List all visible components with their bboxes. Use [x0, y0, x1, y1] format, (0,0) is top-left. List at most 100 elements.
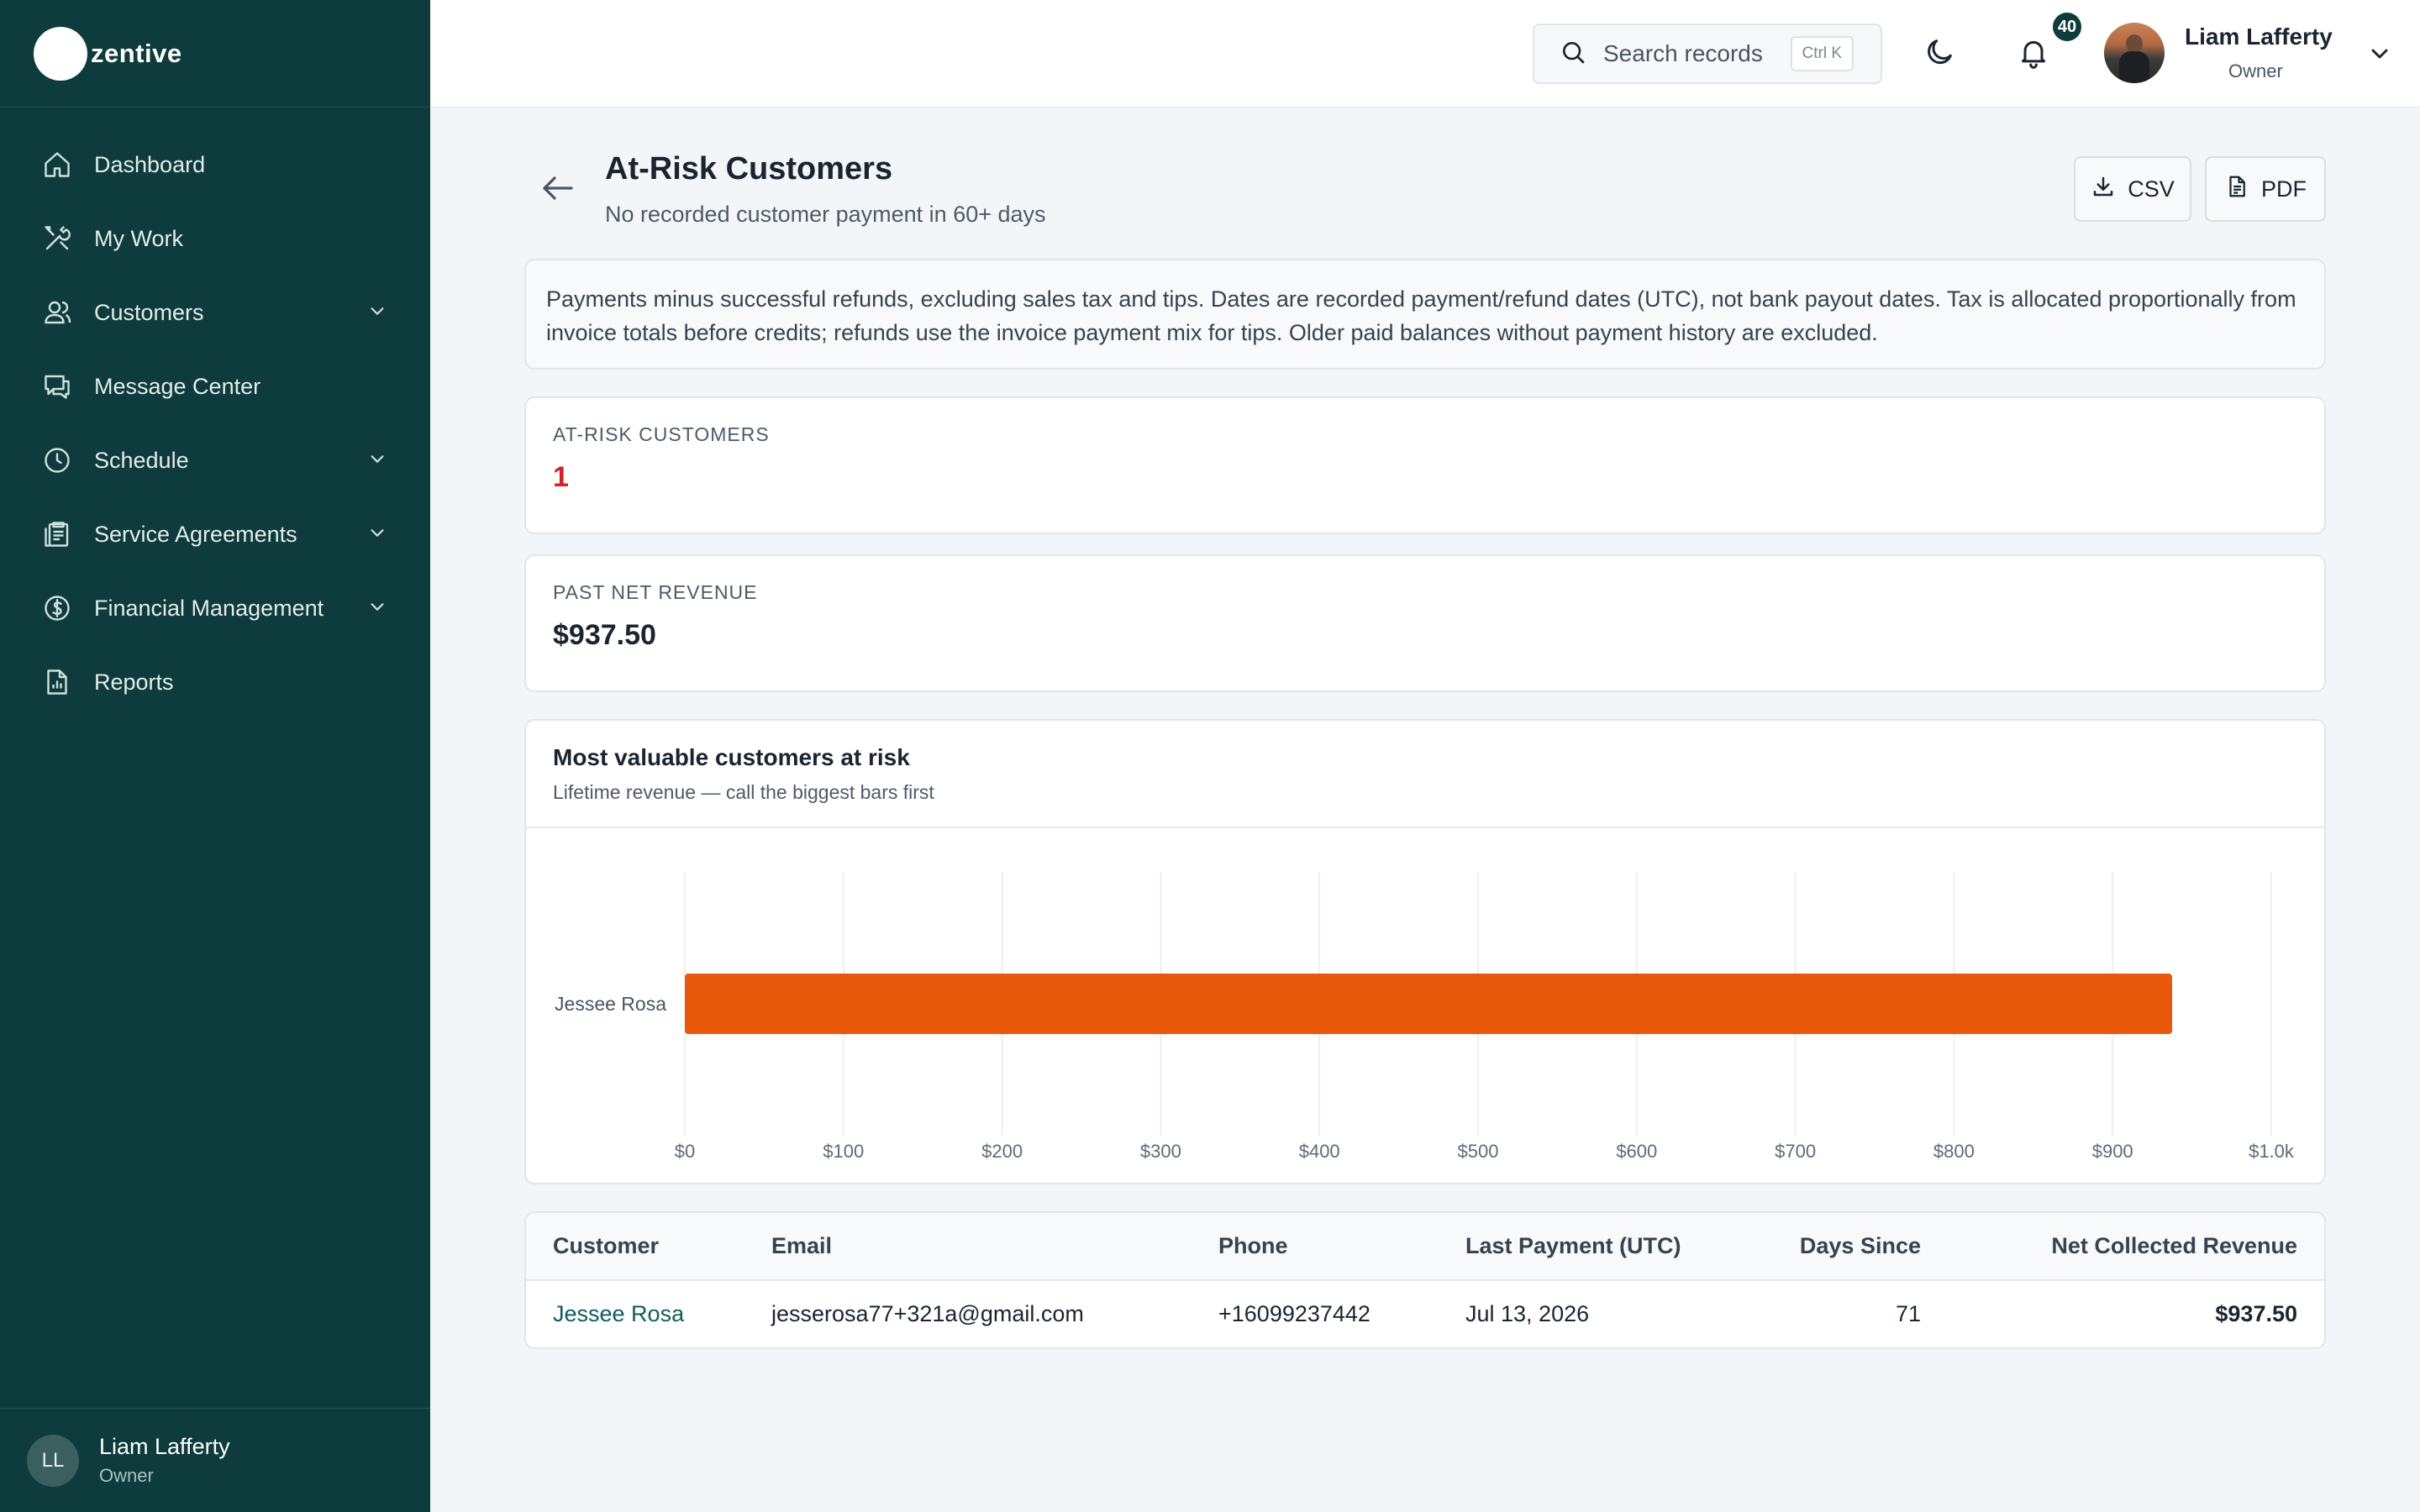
document-icon — [2224, 174, 2261, 205]
column-header: Net Collected Revenue — [1948, 1213, 2324, 1281]
sidebar-nav: Dashboard My Work Customers Message Cent… — [0, 108, 430, 719]
arrow-left-icon — [538, 176, 578, 212]
avatar: LL — [27, 1434, 79, 1487]
sidebar-item-schedule[interactable]: Schedule — [0, 423, 430, 497]
x-tick-label: $100 — [823, 1141, 864, 1162]
column-header: Phone — [1192, 1213, 1439, 1281]
sidebar-item-label: Customers — [94, 299, 204, 325]
sidebar-item-label: Financial Management — [94, 595, 324, 621]
table-header-row: Customer Email Phone Last Payment (UTC) … — [526, 1213, 2324, 1281]
page-title: At-Risk Customers — [605, 151, 893, 186]
sidebar-item-label: Dashboard — [94, 151, 206, 177]
stat-label: AT-RISK CUSTOMERS — [553, 423, 770, 445]
chevron-down-icon — [368, 448, 387, 474]
stat-card-at-risk: AT-RISK CUSTOMERS 1 — [524, 396, 2326, 534]
sidebar: zentive Dashboard My Work Customers Mess… — [0, 0, 430, 1512]
export-pdf-button[interactable]: PDF — [2205, 156, 2326, 222]
page-subtitle: No recorded customer payment in 60+ days — [605, 202, 1046, 227]
column-header: Customer — [526, 1213, 744, 1281]
x-tick-label: $500 — [1458, 1141, 1499, 1162]
sidebar-item-dashboard[interactable]: Dashboard — [0, 128, 430, 202]
customers-table-card: Customer Email Phone Last Payment (UTC) … — [524, 1211, 2326, 1349]
chevron-down-icon — [368, 522, 387, 548]
export-csv-button[interactable]: CSV — [2074, 156, 2191, 222]
chevron-down-icon — [368, 300, 387, 326]
sidebar-item-financial-management[interactable]: Financial Management — [0, 571, 430, 645]
sidebar-item-label: Message Center — [94, 373, 261, 399]
chat-icon — [40, 370, 74, 403]
users-icon — [40, 296, 74, 329]
x-tick-label: $800 — [1933, 1141, 1975, 1162]
x-tick-label: $400 — [1299, 1141, 1340, 1162]
x-tick-label: $0 — [675, 1141, 695, 1162]
sidebar-item-message-center[interactable]: Message Center — [0, 349, 430, 423]
brand-name: zentive — [91, 38, 182, 68]
sidebar-item-label: Reports — [94, 669, 174, 695]
chevron-down-icon — [368, 596, 387, 622]
pdf-label: PDF — [2261, 176, 2307, 202]
x-tick-label: $200 — [981, 1141, 1023, 1162]
x-tick-label: $900 — [2092, 1141, 2133, 1162]
last-payment-cell: Jul 13, 2026 — [1465, 1301, 1590, 1326]
stat-label: PAST NET REVENUE — [553, 581, 758, 603]
bar — [685, 974, 2172, 1034]
sidebar-user-role: Owner — [99, 1465, 154, 1486]
stat-value: 1 — [553, 461, 569, 493]
table-row[interactable]: Jessee Rosa jesserosa77+321a@gmail.com +… — [526, 1280, 2324, 1347]
sidebar-user[interactable]: LL Liam Lafferty Owner — [0, 1408, 430, 1512]
brand[interactable]: zentive — [0, 0, 430, 108]
back-button[interactable] — [538, 168, 578, 208]
sidebar-item-reports[interactable]: Reports — [0, 645, 430, 719]
sidebar-item-label: Service Agreements — [94, 521, 297, 547]
sidebar-item-label: Schedule — [94, 447, 189, 473]
dollar-icon — [40, 591, 74, 625]
tools-icon — [40, 222, 74, 255]
report-icon — [40, 665, 74, 699]
avatar[interactable] — [2104, 23, 2165, 83]
stat-card-revenue: PAST NET REVENUE $937.50 — [524, 554, 2326, 692]
search-placeholder: Search records — [1603, 40, 1763, 66]
sidebar-item-service-agreements[interactable]: Service Agreements — [0, 497, 430, 571]
theme-toggle-button[interactable] — [1919, 34, 1960, 74]
user-name[interactable]: Liam Lafferty — [2185, 24, 2333, 50]
brand-logo — [34, 26, 87, 81]
shortcut-hint: Ctrl K — [1790, 36, 1854, 71]
chart-card: Most valuable customers at risk Lifetime… — [524, 719, 2326, 1184]
topbar: Search records Ctrl K 40 Liam Lafferty O… — [430, 0, 2420, 108]
clock-icon — [40, 444, 74, 477]
x-tick-label: $600 — [1616, 1141, 1657, 1162]
y-category-label: Jessee Rosa — [555, 993, 666, 1015]
sidebar-item-label: My Work — [94, 225, 183, 251]
download-icon — [2091, 174, 2128, 205]
email-cell: jesserosa77+321a@gmail.com — [771, 1301, 1084, 1326]
sidebar-item-customers[interactable]: Customers — [0, 276, 430, 349]
x-tick-label: $1.0k — [2249, 1141, 2295, 1162]
user-role: Owner — [2228, 60, 2283, 81]
clipboard-icon — [40, 517, 74, 551]
column-header: Days Since — [1716, 1213, 1948, 1281]
notifications-button[interactable] — [2013, 34, 2054, 74]
csv-label: CSV — [2128, 176, 2175, 202]
methodology-note: Payments minus successful refunds, exclu… — [524, 259, 2326, 370]
moon-icon — [1923, 35, 1956, 73]
home-icon — [40, 148, 74, 181]
chart-header: Most valuable customers at risk Lifetime… — [526, 721, 2324, 828]
x-tick-label: $700 — [1775, 1141, 1816, 1162]
days-since-cell: 71 — [1895, 1301, 1921, 1326]
notification-badge: 40 — [2050, 10, 2084, 44]
column-header: Last Payment (UTC) — [1439, 1213, 1716, 1281]
chart-title: Most valuable customers at risk — [553, 744, 910, 770]
sidebar-user-name: Liam Lafferty — [99, 1434, 230, 1459]
page-header: At-Risk Customers No recorded customer p… — [524, 148, 2326, 240]
x-tick-label: $300 — [1140, 1141, 1181, 1162]
bar-chart: $0 $100 $200 $300 $400 $500 $600 $700 $800 $900 $1… — [555, 872, 2295, 1162]
chart-subtitle: Lifetime revenue — call the biggest bars… — [553, 781, 934, 803]
sidebar-item-my-work[interactable]: My Work — [0, 202, 430, 276]
phone-cell: +16099237442 — [1218, 1301, 1370, 1326]
search-icon — [1560, 39, 1603, 70]
chevron-down-icon[interactable] — [2366, 40, 2393, 67]
column-header: Email — [744, 1213, 1192, 1281]
customer-link[interactable]: Jessee Rosa — [526, 1280, 744, 1347]
search-input[interactable]: Search records Ctrl K — [1533, 24, 1882, 84]
customers-table: Customer Email Phone Last Payment (UTC) … — [526, 1213, 2324, 1347]
